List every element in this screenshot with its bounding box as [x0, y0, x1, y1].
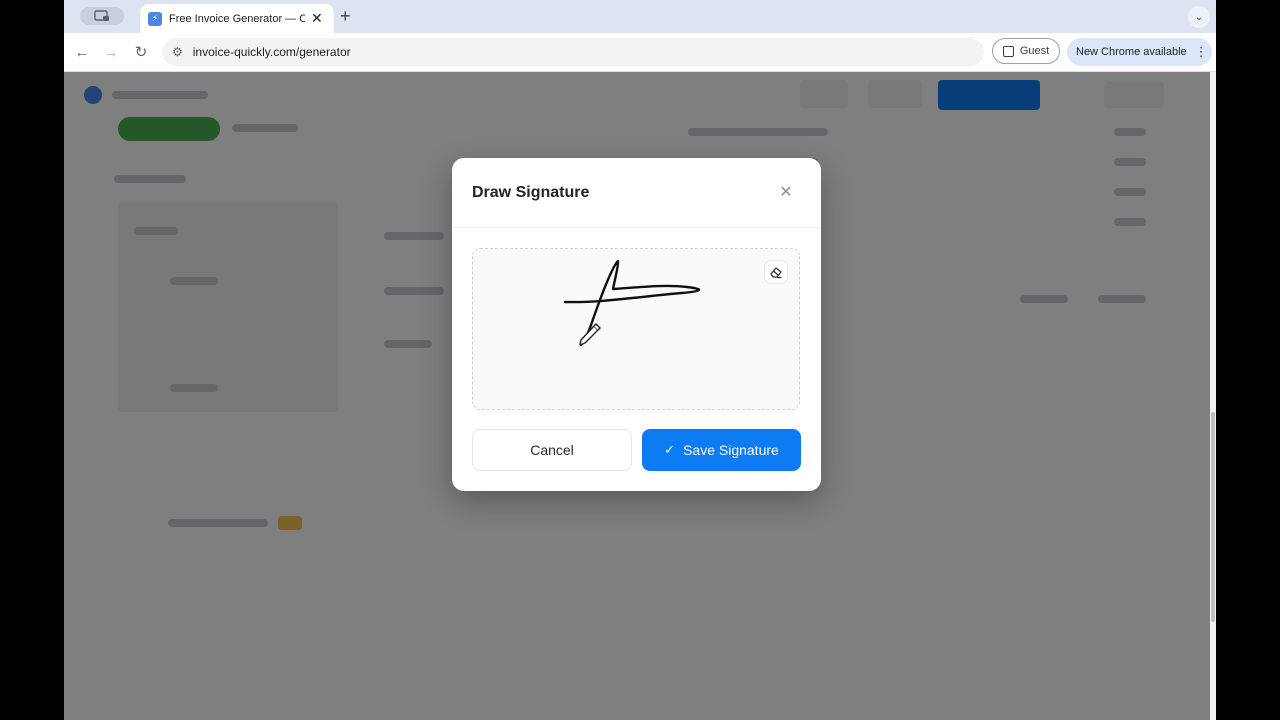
- browser-toolbar: ← → ↻ ⚙ invoice-quickly.com/generator Gu…: [64, 33, 1216, 72]
- active-tab[interactable]: ⚡ Free Invoice Generator — Cre ✕: [140, 4, 334, 33]
- tab-search-icon: [94, 10, 109, 21]
- cancel-button[interactable]: Cancel: [472, 429, 632, 471]
- menu-dots-icon[interactable]: ⋮: [1195, 44, 1208, 60]
- back-arrow-icon[interactable]: ←: [72, 42, 92, 62]
- save-signature-label: Save Signature: [683, 442, 779, 458]
- update-button[interactable]: New Chrome available ⋮: [1067, 38, 1212, 66]
- signature-drawing: [563, 259, 701, 347]
- signature-canvas[interactable]: [472, 248, 800, 410]
- close-icon[interactable]: ✕: [774, 180, 798, 204]
- forward-arrow-icon[interactable]: →: [101, 42, 121, 62]
- tab-title: Free Invoice Generator — Cre: [169, 12, 305, 25]
- scrollbar-thumb[interactable]: [1211, 412, 1215, 622]
- dialog-divider: [452, 227, 821, 228]
- draw-signature-dialog: Draw Signature ✕ Cancel ✓ Save Signature: [452, 158, 821, 491]
- profile-button[interactable]: Guest: [992, 38, 1060, 64]
- eraser-icon: [770, 267, 782, 279]
- browser-window: ⚡ Free Invoice Generator — Cre ✕ + ⌄ ← →…: [64, 0, 1216, 720]
- page-scrollbar[interactable]: [1210, 72, 1216, 720]
- address-bar[interactable]: ⚙ invoice-quickly.com/generator: [162, 38, 984, 66]
- tab-strip: ⚡ Free Invoice Generator — Cre ✕ + ⌄: [64, 0, 1216, 33]
- check-icon: ✓: [664, 442, 676, 457]
- update-label: New Chrome available: [1076, 46, 1187, 58]
- profile-icon: [1002, 45, 1014, 57]
- tab-list-chevron-icon[interactable]: ⌄: [1188, 6, 1210, 28]
- site-settings-icon[interactable]: ⚙: [172, 45, 183, 59]
- clear-signature-button[interactable]: [764, 260, 788, 284]
- dialog-title: Draw Signature: [472, 184, 590, 201]
- save-signature-button[interactable]: ✓ Save Signature: [642, 429, 801, 471]
- new-tab-icon[interactable]: +: [340, 6, 351, 27]
- tab-search-button[interactable]: [80, 7, 124, 25]
- url-text: invoice-quickly.com/generator: [192, 45, 351, 59]
- tab-close-icon[interactable]: ✕: [311, 10, 323, 27]
- favicon-icon: ⚡: [148, 11, 162, 26]
- profile-label: Guest: [1019, 45, 1050, 57]
- reload-icon[interactable]: ↻: [131, 42, 151, 62]
